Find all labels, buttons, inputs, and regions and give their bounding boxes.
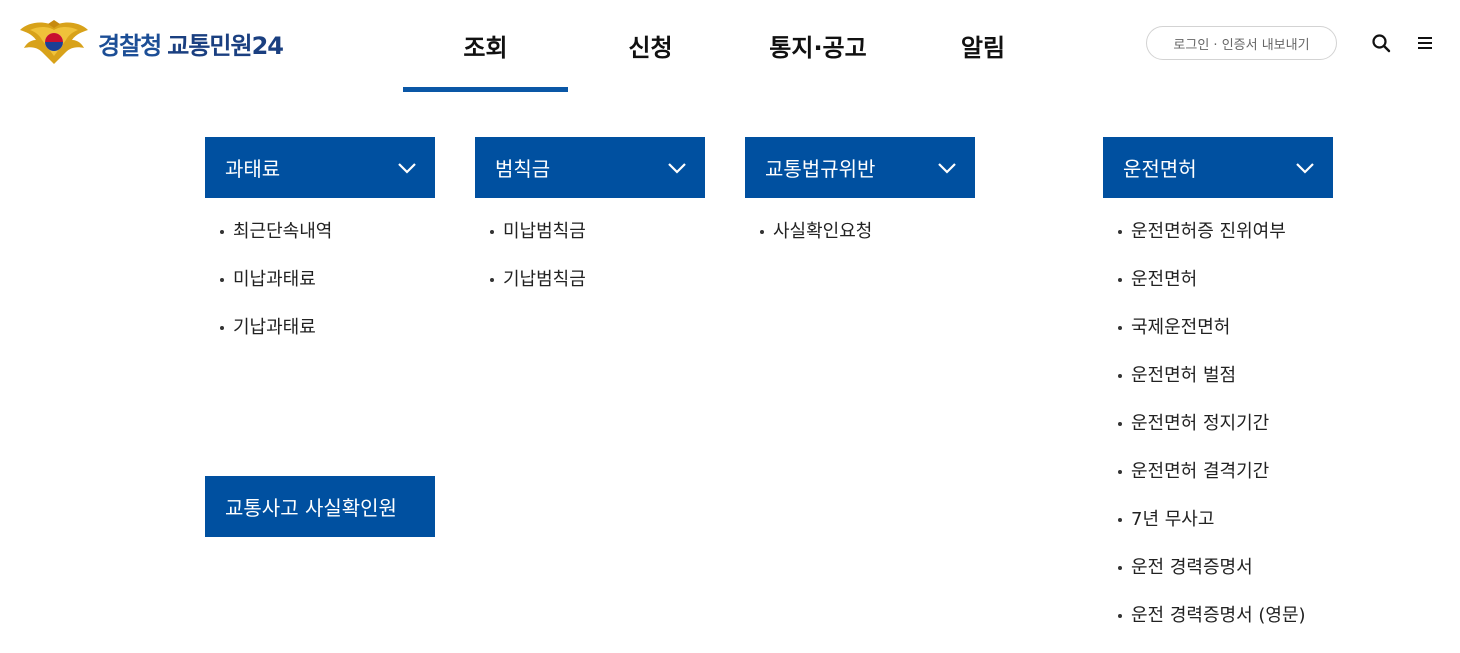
list-item[interactable]: 운전면허증 진위여부 xyxy=(1103,208,1306,256)
drivers-license-list: 운전면허증 진위여부 운전면허 국제운전면허 운전면허 벌점 운전면허 정지기간… xyxy=(1103,208,1306,640)
list-item[interactable]: 운전면허 결격기간 xyxy=(1103,448,1306,496)
list-item[interactable]: 사실확인요청 xyxy=(745,208,872,256)
accident-confirmation-button[interactable]: 교통사고 사실확인원 xyxy=(205,476,435,537)
penalties-list: 미납범칙금 기납범칙금 xyxy=(475,208,586,304)
menu-header-traffic-violation[interactable]: 교통법규위반 xyxy=(745,137,975,198)
search-icon[interactable] xyxy=(1370,32,1392,54)
list-item[interactable]: 국제운전면허 xyxy=(1103,304,1306,352)
chevron-down-icon xyxy=(398,162,416,174)
menu-header-label: 범칙금 xyxy=(495,157,551,181)
nav-item-notice[interactable]: 통지·공고 xyxy=(733,0,903,92)
menu-header-drivers-license[interactable]: 운전면허 xyxy=(1103,137,1333,198)
nav-item-apply[interactable]: 신청 xyxy=(568,0,733,92)
menu-header-label: 교통법규위반 xyxy=(765,157,876,181)
menu-header-label: 운전면허 xyxy=(1123,157,1197,181)
fines-list: 최근단속내역 미납과태료 기납과태료 xyxy=(205,208,332,352)
list-item[interactable]: 운전면허 xyxy=(1103,256,1306,304)
login-button[interactable]: 로그인 · 인증서 내보내기 xyxy=(1146,26,1337,60)
menu-header-fines[interactable]: 과태료 xyxy=(205,137,435,198)
list-item[interactable]: 미납과태료 xyxy=(205,256,332,304)
list-item[interactable]: 기납범칙금 xyxy=(475,256,586,304)
nav-item-inquiry[interactable]: 조회 xyxy=(403,0,568,92)
chevron-down-icon xyxy=(938,162,956,174)
menu-header-penalties[interactable]: 범칙금 xyxy=(475,137,705,198)
logo-org: 경찰청 xyxy=(98,31,162,60)
list-item[interactable]: 기납과태료 xyxy=(205,304,332,352)
menu-header-label: 과태료 xyxy=(225,157,281,181)
police-emblem-icon xyxy=(20,20,88,64)
logo-service: 교통민원24 xyxy=(167,31,284,60)
list-item[interactable]: 7년 무사고 xyxy=(1103,496,1306,544)
chevron-down-icon xyxy=(668,162,686,174)
hamburger-menu-icon[interactable] xyxy=(1414,32,1436,54)
list-item[interactable]: 운전 경력증명서 (영문) xyxy=(1103,592,1306,640)
nav-item-alerts[interactable]: 알림 xyxy=(903,0,1063,92)
chevron-down-icon xyxy=(1296,162,1314,174)
list-item[interactable]: 최근단속내역 xyxy=(205,208,332,256)
list-item[interactable]: 운전면허 벌점 xyxy=(1103,352,1306,400)
site-logo[interactable]: 경찰청 교통민원24 xyxy=(18,20,284,66)
traffic-violation-list: 사실확인요청 xyxy=(745,208,872,256)
list-item[interactable]: 운전면허 정지기간 xyxy=(1103,400,1306,448)
list-item[interactable]: 미납범칙금 xyxy=(475,208,586,256)
list-item[interactable]: 운전 경력증명서 xyxy=(1103,544,1306,592)
